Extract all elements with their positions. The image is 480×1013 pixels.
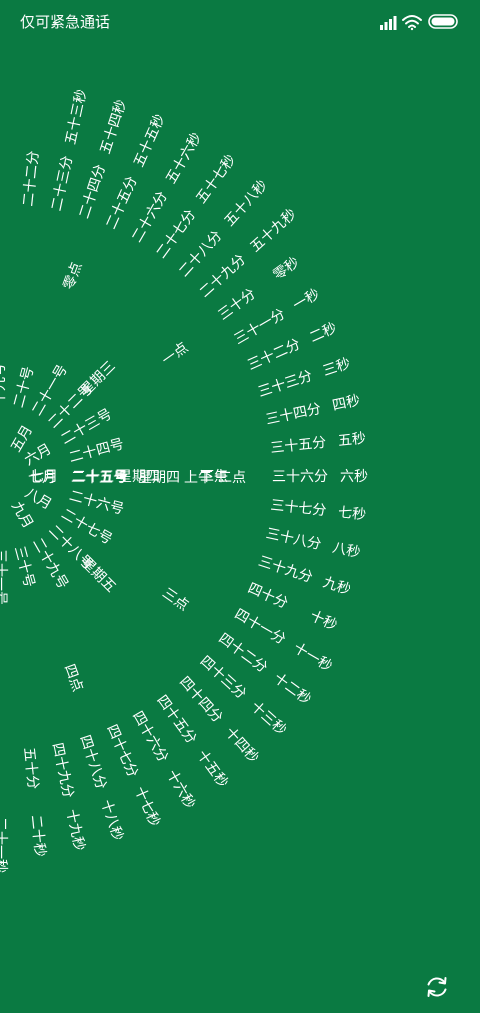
second-label-12: 五秒 bbox=[337, 431, 367, 450]
hour-label-0: 零点 bbox=[61, 260, 86, 292]
second-label-15: 八秒 bbox=[331, 540, 362, 561]
day-label-11: 三十号 bbox=[11, 544, 37, 589]
second-label-17: 十秒 bbox=[307, 608, 339, 634]
weekday-label-2: 星期五 bbox=[78, 555, 119, 596]
second-label-3: 五十六秒 bbox=[163, 130, 205, 186]
second-label-19: 十二秒 bbox=[270, 670, 313, 708]
minute-label-28: 五十分 bbox=[20, 747, 40, 790]
current-month: 七月 bbox=[28, 470, 56, 486]
second-label-13: 六秒 bbox=[340, 469, 368, 485]
weekday-label-0: 星期三 bbox=[78, 358, 119, 399]
minute-label-10: 三十二分 bbox=[245, 336, 303, 373]
minute-label-27: 四十九分 bbox=[49, 741, 76, 799]
second-label-8: 一秒 bbox=[290, 286, 322, 314]
second-label-22: 十五秒 bbox=[193, 747, 231, 790]
second-label-9: 二秒 bbox=[307, 320, 339, 346]
current-period: 上午 bbox=[184, 470, 212, 486]
day-label-12: 三十一号 bbox=[0, 549, 8, 605]
second-label-27: 二十秒 bbox=[28, 814, 48, 857]
hour-label-4: 四点 bbox=[61, 662, 86, 694]
minute-label-11: 三十三分 bbox=[256, 368, 314, 401]
second-label-16: 九秒 bbox=[321, 574, 353, 598]
second-label-6: 五十九秒 bbox=[247, 206, 299, 255]
second-label-5: 五十八秒 bbox=[222, 177, 271, 229]
minute-label-8: 三十分 bbox=[215, 286, 258, 324]
second-label-10: 三秒 bbox=[321, 356, 353, 380]
minute-label-3: 二十五分 bbox=[103, 174, 140, 232]
minute-label-25: 四十七分 bbox=[103, 722, 140, 780]
second-label-2: 五十五秒 bbox=[131, 112, 168, 170]
hour-label-3: 三点 bbox=[159, 585, 191, 614]
second-label-26: 十九秒 bbox=[63, 808, 87, 852]
minute-label-17: 三十九分 bbox=[256, 553, 314, 586]
second-label-18: 十一秒 bbox=[290, 640, 334, 675]
second-label-1: 五十四秒 bbox=[97, 98, 130, 156]
refresh-icon[interactable] bbox=[424, 974, 450, 1000]
second-label-28: 二十一秒 bbox=[0, 817, 8, 873]
second-label-20: 十三秒 bbox=[247, 699, 289, 739]
minute-label-0: 二十二分 bbox=[20, 150, 42, 207]
second-label-4: 五十七秒 bbox=[193, 152, 239, 207]
minute-label-1: 二十三分 bbox=[49, 154, 76, 212]
second-label-7: 零秒 bbox=[270, 254, 302, 283]
minute-label-16: 三十八分 bbox=[264, 526, 322, 553]
day-label-0: 十九号 bbox=[0, 363, 8, 405]
minute-label-14: 三十六分 bbox=[272, 469, 328, 485]
current-weekday: 星期四 bbox=[138, 470, 180, 486]
second-label-14: 七秒 bbox=[337, 505, 367, 524]
current-hour: 二点 bbox=[218, 470, 246, 486]
minute-label-2: 二十四分 bbox=[76, 163, 109, 221]
current-day: 二十五号 bbox=[71, 470, 127, 486]
minute-label-26: 四十八分 bbox=[76, 733, 109, 791]
minute-label-12: 三十四分 bbox=[264, 401, 322, 428]
second-label-23: 十六秒 bbox=[163, 767, 198, 811]
second-label-11: 四秒 bbox=[331, 393, 362, 414]
second-label-24: 十七秒 bbox=[131, 784, 163, 829]
minute-label-13: 三十五分 bbox=[270, 435, 327, 457]
second-label-0: 五十三秒 bbox=[63, 88, 90, 146]
polar-clock: 五月六月七月八月九月 十九号 二十号二十一号二十二号二十三号二十四号二十五号二十六… bbox=[0, 88, 368, 873]
minute-label-18: 四十分 bbox=[245, 580, 290, 612]
hour-label-1: 一点 bbox=[159, 340, 191, 369]
minute-label-15: 三十七分 bbox=[270, 497, 327, 519]
second-label-21: 十四秒 bbox=[222, 724, 262, 766]
second-label-25: 十八秒 bbox=[97, 798, 125, 843]
